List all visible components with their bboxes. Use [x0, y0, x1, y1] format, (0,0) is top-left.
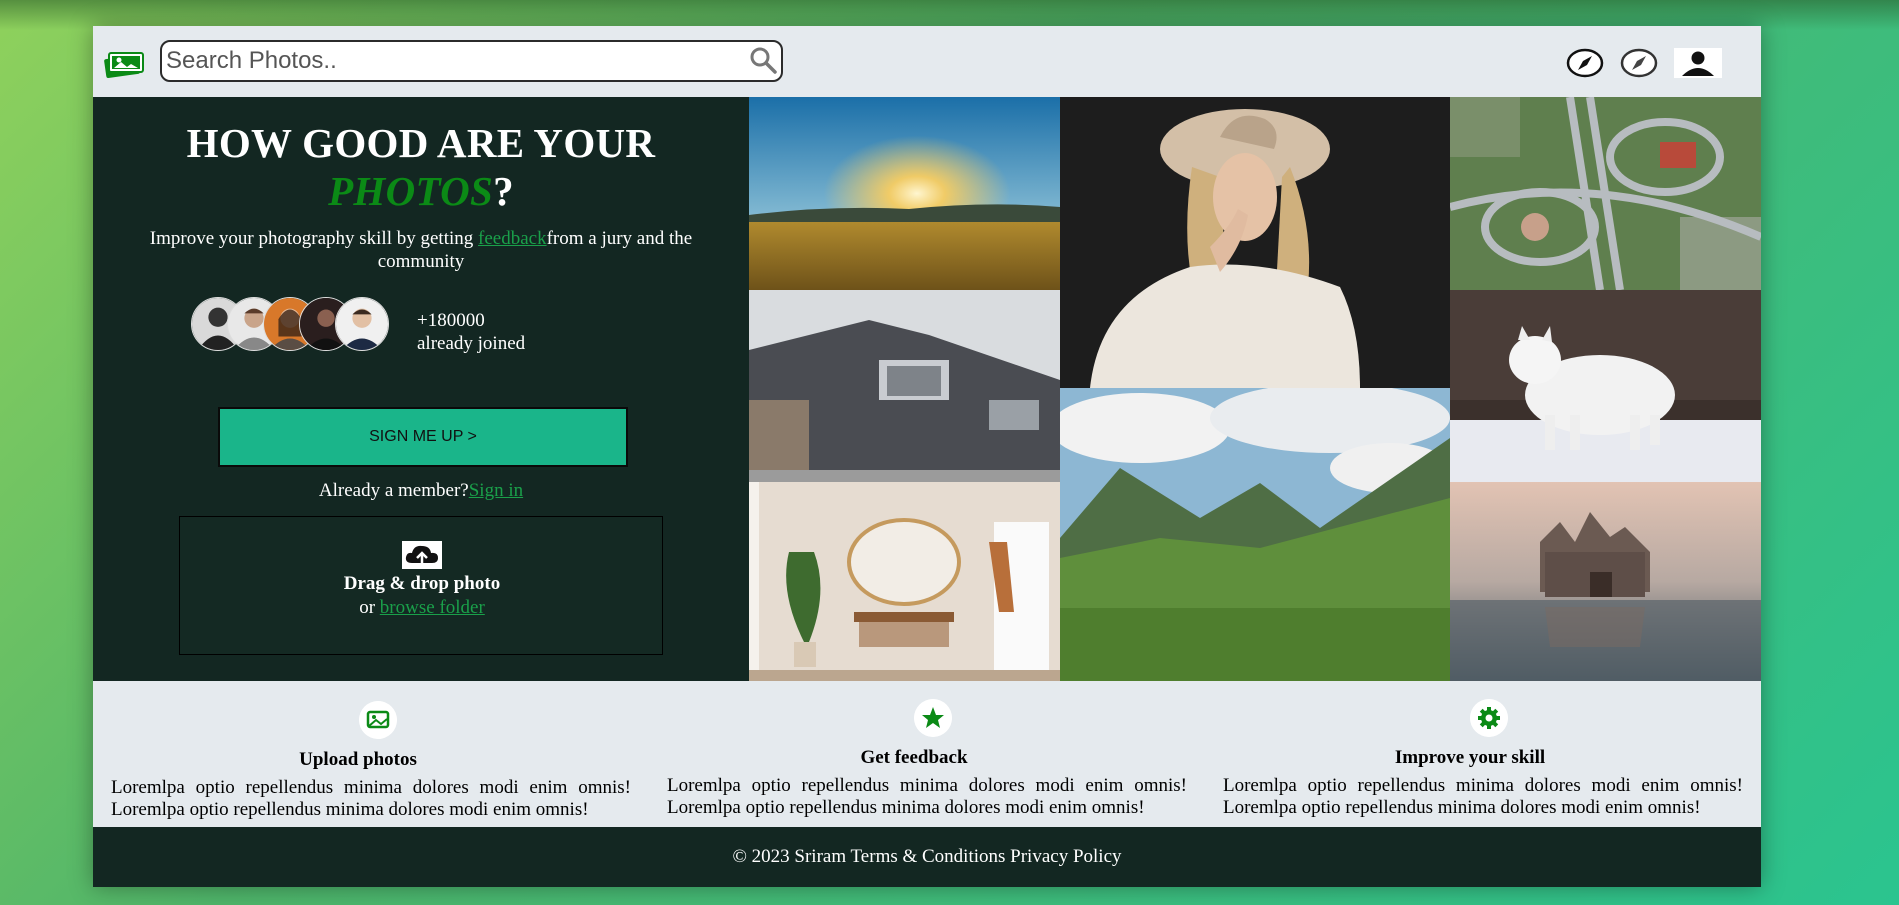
member-text: Already a member?: [318, 480, 469, 501]
joined-number: +180000: [417, 310, 485, 331]
drop-or: or browse folder: [180, 597, 664, 619]
subtitle-text: Improve your photography skill by gettin…: [149, 228, 479, 249]
search-input[interactable]: [166, 46, 726, 76]
joined-count: +180000 already joined: [417, 309, 525, 355]
photo-sunset-field[interactable]: [749, 97, 1060, 290]
feature-title: Upload photos: [299, 749, 417, 770]
hero-subtitle: Improve your photography skill by gettin…: [123, 227, 719, 273]
cloud-upload-icon: [402, 541, 442, 569]
hero-title: HOW GOOD ARE YOUR PHOTOS?: [93, 119, 749, 215]
footer: © 2023 Sriram Terms & Conditions Privacy…: [93, 827, 1761, 887]
photo-dropzone[interactable]: Drag & drop photo or browse folder: [179, 516, 663, 655]
user-icon[interactable]: [1674, 48, 1722, 78]
compass-icon[interactable]: [1566, 48, 1604, 78]
photo-woman-hat[interactable]: [1060, 97, 1450, 388]
joined-label: already joined: [417, 333, 526, 354]
photo-arctic-wolf[interactable]: [1450, 290, 1761, 482]
member-prompt: Already a member?Sign in: [93, 480, 749, 502]
photo-mountain-valley[interactable]: [1060, 388, 1450, 681]
hero-title-line1: HOW GOOD ARE YOUR: [186, 120, 656, 166]
hero-panel: HOW GOOD ARE YOUR PHOTOS? Improve your p…: [93, 97, 749, 681]
search-icon[interactable]: [749, 46, 777, 74]
features-section: Upload photos Loremlpa optio repellendus…: [93, 681, 1761, 827]
browse-folder-link[interactable]: browse folder: [380, 597, 485, 618]
photo-modern-house[interactable]: [749, 290, 1060, 482]
feedback-link[interactable]: feedback: [478, 228, 547, 249]
avatar: [335, 297, 389, 351]
photo-highway-aerial[interactable]: [1450, 97, 1761, 290]
header: [93, 26, 1761, 97]
search-box: [160, 40, 783, 82]
drop-or-text: or: [359, 597, 380, 618]
avatar-group: [191, 297, 401, 353]
feature-text: Loremlpa optio repellendus minima dolore…: [667, 775, 1187, 818]
photo-castle-fog[interactable]: [1450, 482, 1761, 681]
photos-logo-icon[interactable]: [103, 48, 145, 78]
feature-title: Improve your skill: [1394, 747, 1546, 768]
gear-icon: [1470, 699, 1508, 737]
sign-in-link[interactable]: Sign in: [469, 480, 523, 501]
photo-entryway[interactable]: [749, 482, 1060, 681]
feature-title: Get feedback: [860, 747, 968, 768]
star-icon: [914, 699, 952, 737]
drop-title: Drag & drop photo: [343, 573, 501, 594]
compass-icon-2[interactable]: [1620, 48, 1658, 78]
feature-text: Loremlpa optio repellendus minima dolore…: [111, 777, 631, 820]
hero-title-accent: PHOTOS: [328, 168, 494, 214]
page: HOW GOOD ARE YOUR PHOTOS? Improve your p…: [93, 26, 1761, 887]
sign-up-button[interactable]: SIGN ME UP >: [218, 407, 628, 467]
hero-title-suffix: ?: [493, 168, 514, 214]
image-icon: [359, 701, 397, 739]
feature-text: Loremlpa optio repellendus minima dolore…: [1223, 775, 1743, 818]
